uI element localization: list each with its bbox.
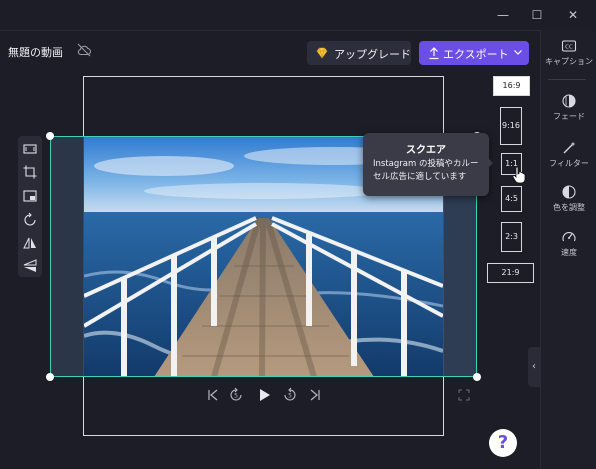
filter-wand-icon [563, 141, 576, 154]
resize-handle-bottom-left[interactable] [46, 373, 54, 381]
resize-handle-bottom-right[interactable] [473, 373, 481, 381]
export-button[interactable]: エクスポート [419, 41, 529, 65]
upgrade-label: アップグレード [334, 48, 411, 61]
aspect-ratio-2-3-button[interactable]: 2:3 [501, 222, 522, 252]
rotate-icon[interactable] [22, 212, 38, 228]
flip-vertical-icon[interactable] [22, 258, 38, 274]
filters-tab[interactable]: フィルター [541, 140, 596, 169]
flip-horizontal-icon[interactable] [22, 235, 38, 251]
svg-text:5: 5 [234, 393, 238, 400]
resize-handle-top-left[interactable] [46, 132, 54, 140]
fade-tab[interactable]: フェード [541, 93, 596, 122]
diamond-icon [316, 47, 328, 59]
maximize-button[interactable]: ☐ [526, 6, 548, 24]
aspect-ratio-9-16-button[interactable]: 9:16 [500, 107, 522, 145]
skip-to-start-icon[interactable] [204, 386, 222, 404]
fullscreen-icon[interactable] [458, 389, 470, 401]
export-label: エクスポート [443, 48, 509, 61]
tooltip-arrow [487, 157, 493, 169]
minimize-button[interactable]: — [492, 6, 514, 24]
skip-to-end-icon[interactable] [306, 386, 324, 404]
upgrade-button[interactable]: アップグレード [307, 41, 411, 65]
panel-divider [548, 79, 586, 80]
play-icon[interactable] [255, 386, 273, 404]
hand-cursor-icon [512, 166, 526, 184]
tooltip-description: Instagram の投稿やカルーセル広告に適しています [373, 159, 479, 182]
svg-text:5: 5 [288, 393, 292, 400]
captions-label: キャプション [545, 57, 593, 66]
color-adjust-label: 色を調整 [553, 203, 585, 212]
fade-icon [562, 94, 576, 108]
fade-label: フェード [553, 112, 585, 121]
collapse-panel-button[interactable]: ‹ [528, 347, 540, 387]
color-adjust-icon [562, 185, 576, 199]
tooltip-title: スクエア [406, 145, 446, 156]
aspect-ratio-16-9-button[interactable]: 16:9 [493, 76, 530, 96]
speed-label: 速度 [561, 248, 577, 257]
forward-5-seconds-icon[interactable]: 5 [281, 386, 299, 404]
svg-text:CC: CC [565, 45, 573, 51]
captions-tab[interactable]: CC キャプション [541, 38, 596, 67]
filters-label: フィルター [549, 159, 589, 168]
help-button[interactable]: ? [489, 429, 517, 457]
cc-icon: CC [561, 40, 577, 52]
speed-icon [562, 232, 576, 242]
fit-icon[interactable] [22, 141, 38, 157]
picture-in-picture-icon[interactable] [22, 188, 38, 204]
rewind-5-seconds-icon[interactable]: 5 [227, 386, 245, 404]
canvas-toolbar [18, 136, 42, 277]
aspect-ratio-tooltip: スクエア Instagram の投稿やカルーセル広告に適しています [363, 133, 489, 196]
aspect-ratio-4-5-button[interactable]: 4:5 [501, 186, 522, 212]
color-adjust-tab[interactable]: 色を調整 [541, 184, 596, 213]
chevron-down-icon [514, 50, 522, 55]
playback-controls: 5 5 [200, 386, 330, 406]
upload-icon [429, 47, 439, 60]
aspect-ratio-21-9-button[interactable]: 21:9 [487, 263, 534, 283]
speed-tab[interactable]: 速度 [541, 229, 596, 258]
close-button[interactable]: ✕ [562, 6, 584, 24]
project-title[interactable]: 無題の動画 [8, 44, 63, 60]
properties-panel: CC キャプション フェード フィルター 色を調整 速度 [540, 30, 596, 469]
cloud-off-icon[interactable] [76, 42, 92, 58]
crop-icon[interactable] [22, 164, 38, 180]
divider [0, 30, 596, 31]
